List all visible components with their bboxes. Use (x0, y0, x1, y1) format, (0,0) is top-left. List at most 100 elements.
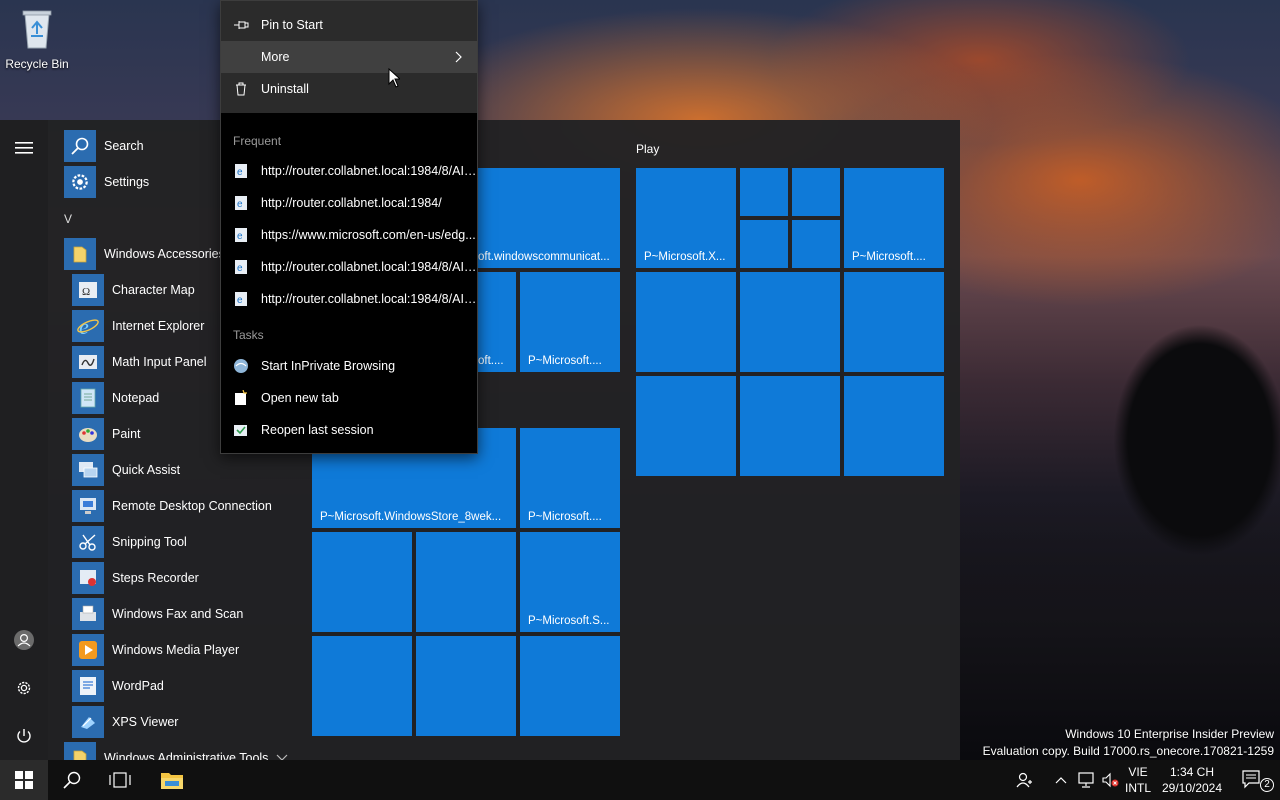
tile-small[interactable] (792, 168, 840, 216)
svg-text:e: e (237, 295, 243, 306)
tile-play-medium[interactable] (844, 376, 944, 476)
folder-windows-accessories[interactable]: Windows Accessories (64, 236, 225, 272)
tile-medium[interactable] (416, 532, 516, 632)
folder-windows-administrative-tools[interactable]: Windows Administrative Tools (64, 740, 288, 760)
frequent-item[interactable]: e http://router.collabnet.local:1984/8/A… (221, 251, 477, 283)
people-button[interactable] (1000, 760, 1048, 800)
folder-label: Windows Administrative Tools (104, 751, 269, 760)
reopen-session-icon (221, 422, 261, 438)
app-item-settings[interactable]: Settings (64, 164, 149, 200)
letter-header[interactable]: V (64, 212, 72, 226)
app-item-search[interactable]: Search (64, 128, 144, 164)
tile-play-medium[interactable] (844, 272, 944, 372)
app-label: Search (104, 139, 144, 153)
settings-rail-button[interactable] (0, 668, 48, 708)
task-reopen-last-session[interactable]: Reopen last session (221, 414, 477, 446)
tile-medium[interactable]: P~Microsoft.... (520, 428, 620, 528)
app-item-wordpad[interactable]: WordPad (72, 668, 164, 704)
tile-small[interactable] (792, 220, 840, 268)
hamburger-menu-button[interactable] (0, 128, 48, 168)
edge-page-icon: e (221, 291, 261, 307)
gear-icon (64, 166, 96, 198)
tile-medium[interactable] (416, 636, 516, 736)
tile-play-medium[interactable] (636, 376, 736, 476)
tile-small[interactable] (740, 220, 788, 268)
power-button[interactable] (0, 716, 48, 756)
tasks-header: Tasks (233, 328, 264, 342)
snipping-tool-icon (72, 526, 104, 558)
show-hidden-icons-button[interactable] (1048, 760, 1074, 800)
app-item-internet-explorer[interactable]: e Internet Explorer (72, 308, 204, 344)
user-account-button[interactable] (0, 620, 48, 660)
frequent-item[interactable]: e http://router.collabnet.local:1984/8/A… (221, 155, 477, 187)
tile-play-medium[interactable] (740, 376, 840, 476)
app-label: Steps Recorder (112, 571, 199, 585)
tile-medium[interactable]: P~Microsoft.... (520, 272, 620, 372)
tile-medium[interactable] (312, 636, 412, 736)
app-item-character-map[interactable]: Ω Character Map (72, 272, 195, 308)
notepad-icon (72, 382, 104, 414)
tile-label: P~Microsoft.... (852, 251, 926, 263)
task-open-new-tab[interactable]: Open new tab (221, 382, 477, 414)
menu-label: Start InPrivate Browsing (261, 359, 396, 373)
pin-icon (221, 19, 261, 31)
app-label: Remote Desktop Connection (112, 499, 272, 513)
math-input-icon (72, 346, 104, 378)
tile-label: P~Microsoft.S... (528, 615, 610, 627)
inprivate-icon (221, 358, 261, 374)
frequent-item[interactable]: e http://router.collabnet.local:1984/8/A… (221, 283, 477, 315)
app-item-windows-media-player[interactable]: Windows Media Player (72, 632, 239, 668)
taskbar-search-button[interactable] (48, 760, 96, 800)
internet-explorer-icon: e (72, 310, 104, 342)
pin-to-start-item[interactable]: Pin to Start (221, 9, 477, 41)
frequent-item[interactable]: e http://router.collabnet.local:1984/ (221, 187, 477, 219)
tile-label: P~Microsoft.WindowsStore_8wek... (320, 511, 502, 523)
play-group-title[interactable]: Play (636, 142, 659, 156)
menu-label: Open new tab (261, 391, 339, 405)
edge-page-icon: e (221, 227, 261, 243)
svg-text:e: e (237, 167, 243, 178)
action-center-button[interactable]: 2 (1232, 760, 1276, 800)
task-view-button[interactable] (96, 760, 144, 800)
network-button[interactable] (1074, 760, 1098, 800)
app-item-notepad[interactable]: Notepad (72, 380, 159, 416)
more-submenu-item[interactable]: More (221, 41, 477, 73)
app-item-snipping-tool[interactable]: Snipping Tool (72, 524, 187, 560)
app-item-paint[interactable]: Paint (72, 416, 141, 452)
app-item-math-input-panel[interactable]: Math Input Panel (72, 344, 207, 380)
uninstall-item[interactable]: Uninstall (221, 73, 477, 105)
app-item-xps-viewer[interactable]: XPS Viewer (72, 704, 178, 740)
steps-recorder-icon (72, 562, 104, 594)
frequent-item[interactable]: e https://www.microsoft.com/en-us/edg... (221, 219, 477, 251)
tile-play-medium[interactable] (740, 272, 840, 372)
file-explorer-taskbar-button[interactable] (148, 760, 196, 800)
tile-medium[interactable]: P~Microsoft.S... (520, 532, 620, 632)
tile-play-medium[interactable] (636, 272, 736, 372)
tile-medium[interactable] (520, 636, 620, 736)
tile-medium[interactable] (312, 532, 412, 632)
task-start-inprivate[interactable]: Start InPrivate Browsing (221, 350, 477, 382)
volume-muted-icon (1102, 772, 1119, 788)
clock[interactable]: 1:34 CH 29/10/2024 (1156, 764, 1228, 796)
volume-button[interactable] (1098, 760, 1122, 800)
start-button[interactable] (0, 760, 48, 800)
svg-text:Ω: Ω (82, 286, 90, 298)
app-item-remote-desktop-connection[interactable]: Remote Desktop Connection (72, 488, 272, 524)
tile-play-medium[interactable]: P~Microsoft.... (844, 168, 944, 268)
xps-viewer-icon (72, 706, 104, 738)
tile-small[interactable] (740, 168, 788, 216)
new-tab-icon (221, 390, 261, 406)
mouse-cursor-icon (388, 68, 400, 88)
app-item-quick-assist[interactable]: Quick Assist (72, 452, 180, 488)
trash-icon (221, 82, 261, 96)
windows-logo-icon (15, 771, 33, 789)
menu-label: More (261, 50, 290, 64)
tile-play-xbox[interactable]: P~Microsoft.X... (636, 168, 736, 268)
input-language-indicator[interactable]: VIE INTL (1124, 764, 1152, 796)
app-item-windows-fax-and-scan[interactable]: Windows Fax and Scan (72, 596, 243, 632)
app-item-steps-recorder[interactable]: Steps Recorder (72, 560, 199, 596)
remote-desktop-icon (72, 490, 104, 522)
folder-label: Windows Accessories (104, 247, 225, 261)
recycle-bin-desktop-icon[interactable]: Recycle Bin (4, 6, 70, 71)
search-icon (63, 771, 81, 789)
